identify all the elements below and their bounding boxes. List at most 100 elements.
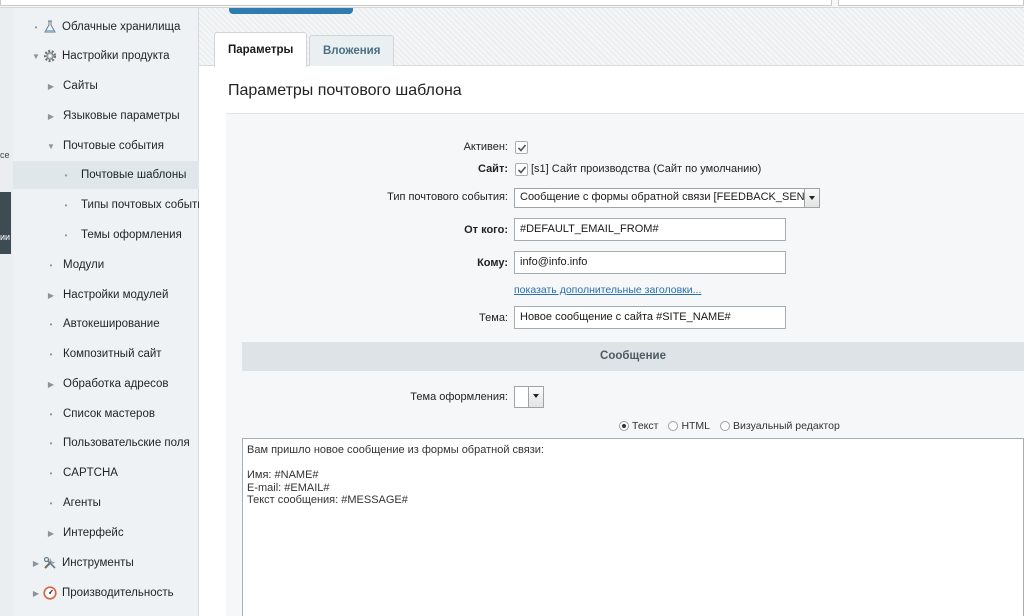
sidebar-item-label: Инструменты (62, 557, 134, 569)
sidebar-item-product-settings[interactable]: ▼ Настройки продукта (13, 42, 199, 70)
bullet-icon: • (49, 409, 53, 419)
from-label: От кого: (464, 224, 508, 236)
sidebar-item-tools[interactable]: ▶ Инструменты (13, 549, 199, 577)
sidebar-item-user-fields[interactable]: • Пользовательские поля (13, 429, 199, 457)
sidebar-item-module-settings[interactable]: ▶ Настройки модулей (13, 281, 199, 309)
bullet-icon: • (49, 260, 53, 270)
to-label: Кому: (477, 257, 508, 269)
left-strip-active-block[interactable]: ии (0, 192, 11, 254)
section-title: Сообщение (600, 350, 666, 362)
sidebar-item-sites[interactable]: ▶ Сайты (13, 72, 199, 100)
sidebar-item-label: Автокеширование (63, 318, 160, 330)
bullet-icon: • (49, 438, 53, 448)
event-type-value: Сообщение с формы обратной связи [FEEDBA… (520, 191, 813, 203)
left-strip-text: ce (0, 150, 10, 160)
bullet-icon: • (64, 170, 68, 180)
show-extra-headers-link[interactable]: показать дополнительные заголовки... (514, 284, 701, 296)
chevron-right-icon: ▶ (47, 528, 55, 538)
chevron-down-icon[interactable] (528, 387, 543, 407)
gauge-icon (43, 586, 57, 600)
site-label: Сайт: (477, 163, 508, 175)
sidebar-item-mail-event-types[interactable]: • Типы почтовых событий (13, 191, 199, 219)
sidebar-item-captcha[interactable]: • CAPTCHA (13, 459, 199, 487)
sidebar-item-cloud-storage[interactable]: • Облачные хранилища (13, 13, 199, 41)
sidebar-item-performance[interactable]: ▶ Производительность (13, 579, 199, 607)
bullet-icon: • (64, 230, 68, 240)
toolbar-accent (229, 8, 353, 14)
subject-input[interactable]: Новое сообщение с сайта #SITE_NAME# (514, 306, 786, 329)
address-bar[interactable] (0, 0, 832, 6)
tab-strip: Параметры Вложения (199, 8, 1024, 67)
sidebar-item-mail-events[interactable]: ▼ Почтовые события (13, 132, 199, 160)
message-body-textarea[interactable]: Вам пришло новое сообщение из формы обра… (242, 438, 1024, 616)
sidebar-item-label: Почтовые события (63, 140, 164, 152)
sidebar-item-label: Модули (63, 259, 105, 271)
bullet-icon: • (49, 319, 53, 329)
chevron-right-icon: ▶ (32, 588, 40, 598)
to-input[interactable]: info@info.info (514, 251, 786, 274)
tab-parameters[interactable]: Параметры (214, 32, 308, 67)
sidebar-item-label: Темы оформления (81, 229, 182, 241)
browser-search-field[interactable] (838, 0, 1024, 6)
chevron-down-icon[interactable] (804, 189, 819, 207)
sidebar-item-label: Сайты (63, 80, 98, 92)
theme-label: Тема оформления: (410, 391, 508, 403)
sidebar-item-label: Облачные хранилища (62, 21, 181, 33)
browser-toolbar (0, 0, 1024, 8)
sidebar-item-label: Интерфейс (63, 527, 124, 539)
sidebar-item-agents[interactable]: • Агенты (13, 489, 199, 517)
chevron-right-icon: ▶ (32, 558, 40, 568)
left-strip-dark-text: ии (0, 232, 11, 242)
theme-select[interactable] (514, 386, 544, 408)
event-type-label: Тип почтового события: (387, 191, 508, 203)
sidebar-item-label: Настройки продукта (62, 50, 170, 62)
radio-visual-editor-label: Визуальный редактор (733, 420, 840, 432)
radio-visual-editor[interactable] (720, 421, 731, 431)
radio-text[interactable] (619, 421, 629, 431)
gear-icon (43, 49, 57, 63)
sidebar-item-composite-site[interactable]: • Композитный сайт (13, 340, 199, 368)
sidebar-item-url-processing[interactable]: ▶ Обработка адресов (13, 370, 199, 398)
sidebar-item-mail-templates[interactable]: • Почтовые шаблоны (13, 161, 199, 189)
bullet-icon: • (64, 200, 68, 210)
chevron-right-icon: ▶ (47, 111, 55, 121)
flask-icon (44, 20, 56, 33)
active-label: Активен: (463, 141, 508, 153)
bullet-icon: • (49, 498, 53, 508)
active-checkbox[interactable] (515, 141, 528, 154)
chevron-right-icon: ▶ (47, 290, 55, 300)
from-input[interactable]: #DEFAULT_EMAIL_FROM# (514, 218, 786, 241)
sidebar-item-label: Типы почтовых событий (81, 199, 199, 211)
sidebar-item-interface[interactable]: ▶ Интерфейс (13, 519, 199, 547)
main-content: Параметры Вложения Параметры почтового ш… (199, 8, 1024, 616)
checkmark-icon (517, 144, 527, 152)
page-title: Параметры почтового шаблона (228, 82, 462, 99)
event-type-select[interactable]: Сообщение с формы обратной связи [FEEDBA… (514, 188, 820, 208)
sidebar-item-label: Пользовательские поля (63, 437, 190, 449)
bullet-icon: • (49, 468, 53, 478)
sidebar-item-label: Настройки модулей (63, 289, 169, 301)
radio-text-label: Текст (632, 420, 659, 432)
checkmark-icon (517, 166, 527, 174)
left-panel-strip: ce ии (0, 8, 13, 616)
sidebar-item-wizards[interactable]: • Список мастеров (13, 400, 199, 428)
radio-html[interactable] (668, 421, 679, 431)
message-section-header: Сообщение (242, 342, 1024, 371)
chevron-right-icon: ▶ (47, 379, 55, 389)
sidebar-item-label: Обработка адресов (63, 378, 169, 390)
tab-attachments[interactable]: Вложения (309, 35, 395, 66)
chevron-down-icon: ▼ (32, 51, 40, 61)
sidebar-item-label: Языковые параметры (63, 110, 180, 122)
sidebar-item-modules[interactable]: • Модули (13, 251, 199, 279)
sidebar-menu: • Облачные хранилища ▼ Настройки продукт… (13, 8, 199, 616)
sidebar-item-label: Композитный сайт (63, 348, 162, 360)
sidebar-item-autocache[interactable]: • Автокеширование (13, 310, 199, 338)
sidebar-item-themes[interactable]: • Темы оформления (13, 221, 199, 249)
chevron-down-icon: ▼ (47, 141, 55, 151)
bullet-icon: • (49, 349, 53, 359)
subject-label: Тема: (479, 312, 508, 324)
site-checkbox[interactable] (515, 163, 528, 176)
sidebar-item-language-params[interactable]: ▶ Языковые параметры (13, 102, 199, 130)
sidebar-item-label: Список мастеров (63, 408, 155, 420)
sidebar-item-label: Производительность (62, 587, 174, 599)
